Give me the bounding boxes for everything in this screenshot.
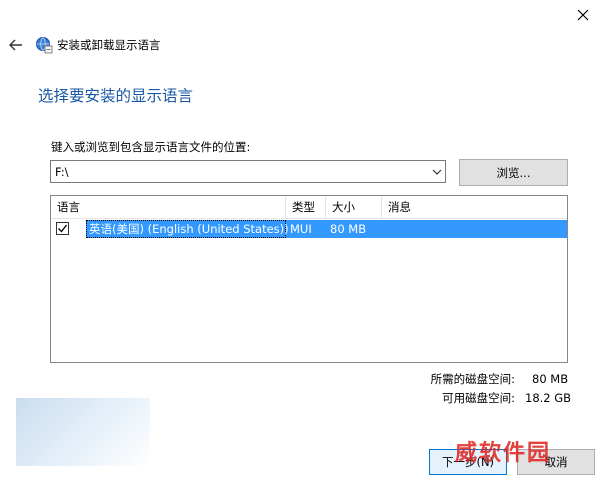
column-header-size[interactable]: 大小 <box>326 196 382 218</box>
page-title: 选择要安装的显示语言 <box>38 87 194 105</box>
language-list[interactable]: 语言 类型 大小 消息 英语(美国) (English (United Stat… <box>50 195 568 363</box>
back-button[interactable] <box>6 36 26 54</box>
check-icon <box>58 224 68 233</box>
language-globe-icon <box>35 36 53 54</box>
path-input-value: F:\ <box>55 165 69 179</box>
required-space-label: 所需的磁盘空间: <box>430 372 515 386</box>
chevron-down-icon[interactable] <box>431 166 443 178</box>
window-title: 安装或卸载显示语言 <box>57 38 161 52</box>
browse-button[interactable]: 浏览... <box>459 159 568 186</box>
column-header-type[interactable]: 类型 <box>286 196 326 218</box>
row-size: 80 MB <box>330 222 367 236</box>
list-header: 语言 类型 大小 消息 <box>51 196 567 219</box>
available-space-label: 可用磁盘空间: <box>442 391 515 405</box>
path-label: 键入或浏览到包含显示语言文件的位置: <box>51 140 251 154</box>
back-arrow-icon <box>9 39 22 51</box>
row-checkbox[interactable] <box>56 222 69 235</box>
column-header-message[interactable]: 消息 <box>382 196 567 218</box>
decorative-gradient <box>16 398 150 466</box>
required-space-value: 80 MB <box>532 372 569 386</box>
row-language: 英语(美国) (English (United States)) <box>89 222 289 236</box>
path-input[interactable]: F:\ <box>50 160 446 183</box>
close-icon <box>577 9 589 21</box>
list-item[interactable]: 英语(美国) (English (United States)) MUI 80 … <box>51 219 567 239</box>
column-header-language[interactable]: 语言 <box>51 196 286 218</box>
available-space-value: 18.2 GB <box>525 391 572 405</box>
close-button[interactable] <box>566 0 600 30</box>
row-type: MUI <box>290 222 312 236</box>
watermark-text: 威软件园 <box>455 441 552 466</box>
